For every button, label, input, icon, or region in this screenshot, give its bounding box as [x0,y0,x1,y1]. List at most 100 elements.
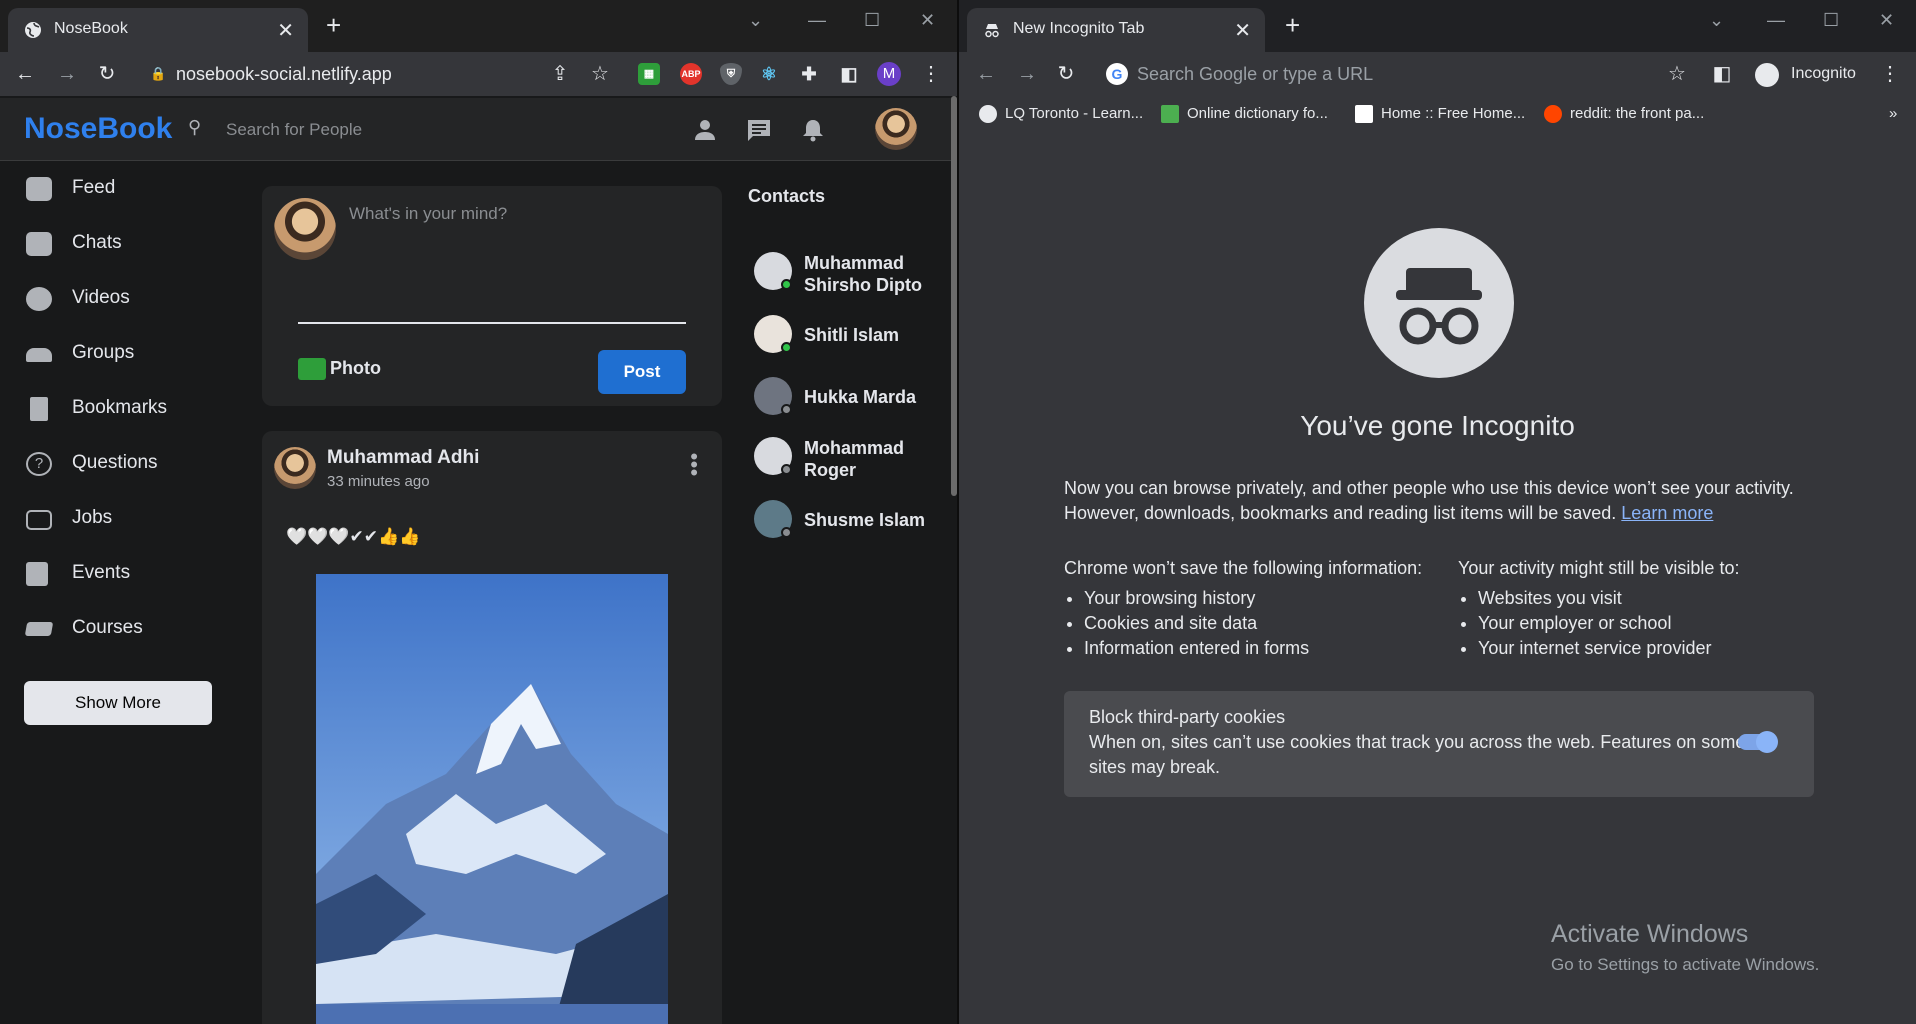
bookmark-label: Home :: Free Home... [1381,105,1526,122]
still-visible-item: Websites you visit [1478,586,1739,611]
globe-icon [25,22,41,38]
forward-icon[interactable]: → [1014,61,1040,87]
post-composer: What's in your mind? Photo Post [262,186,722,406]
bookmark-star-icon[interactable]: ☆ [1664,61,1690,87]
contact-name: Muhammad Shirsho Dipto [804,253,922,295]
adblock-icon[interactable]: ABP [680,63,702,85]
post-options-icon[interactable]: • • • [690,446,698,484]
incognito-profile-icon[interactable] [1755,63,1779,87]
tab-search-icon[interactable]: ⌄ [1709,10,1724,31]
extensions-puzzle-icon[interactable]: ✚ [798,63,820,85]
sidebar-item-courses[interactable]: Courses [0,601,260,656]
sidebar-item-feed[interactable]: Feed [0,161,260,216]
new-tab-button[interactable]: + [326,12,341,38]
side-panel-icon[interactable]: ◧ [1709,61,1735,87]
close-window-icon[interactable]: ✕ [920,10,935,31]
nosebook-logo[interactable]: NoseBook [24,112,172,146]
toggle-knob [1756,731,1778,753]
user-avatar[interactable] [875,108,917,150]
graduation-cap-icon [24,622,54,636]
back-icon[interactable]: ← [973,61,999,87]
minimize-icon[interactable]: — [808,10,826,31]
tab-title: New Incognito Tab [1013,20,1145,37]
sidebar-item-questions[interactable]: ? Questions [0,436,260,491]
maximize-icon[interactable]: ☐ [1823,10,1839,31]
sidebar-item-label: Courses [72,617,143,638]
sidebar-item-label: Videos [72,287,130,308]
extension-green-icon[interactable]: ▦ [638,63,660,85]
post-button[interactable]: Post [598,350,686,394]
lock-icon: 🔒 [150,66,167,81]
menu-kebab-icon[interactable]: ⋮ [1877,61,1903,87]
sidebar-item-bookmarks[interactable]: Bookmarks [0,381,260,436]
incognito-profile-label[interactable]: Incognito [1791,58,1856,90]
sidebar-item-label: Jobs [72,507,113,528]
bookmark-icon [30,397,48,421]
bookmarks-overflow-icon[interactable]: » [1889,105,1897,122]
tab-strip: NoseBook ✕ + ⌄ — ☐ ✕ [0,0,957,52]
nosebook-sidebar: Feed Chats Videos Groups Bookmarks ? Ques… [0,161,260,656]
tab-new-incognito[interactable]: New Incognito Tab ✕ [967,8,1265,52]
post-author[interactable]: Muhammad Adhi [327,447,479,469]
calendar-icon [26,562,48,586]
sidebar-item-chats[interactable]: Chats [0,216,260,271]
close-tab-icon[interactable]: ✕ [277,18,294,43]
sidebar-item-videos[interactable]: Videos [0,271,260,326]
add-photo-button[interactable]: Photo [298,358,381,381]
close-window-icon[interactable]: ✕ [1879,10,1894,31]
profile-avatar[interactable]: M [877,62,901,86]
briefcase-icon [26,510,52,530]
post-image[interactable] [316,574,668,1024]
contacts-title: Contacts [748,186,826,206]
sidebar-item-events[interactable]: Events [0,546,260,601]
tab-nosebook[interactable]: NoseBook ✕ [8,8,308,52]
show-more-button[interactable]: Show More [24,681,212,725]
bookmark-item[interactable]: Home :: Free Home... [1355,105,1526,124]
minimize-icon[interactable]: — [1767,10,1785,31]
chat-icon [26,232,52,256]
sidebar-item-groups[interactable]: Groups [0,326,260,381]
intro-line-2: However, downloads, bookmarks and readin… [1064,503,1617,523]
third-party-cookies-card: Block third-party cookies When on, sites… [1064,691,1814,797]
menu-kebab-icon[interactable]: ⋮ [918,61,944,87]
bell-icon[interactable] [800,117,826,143]
composer-input[interactable]: What's in your mind? [349,204,507,224]
tab-search-icon[interactable]: ⌄ [748,10,763,31]
bookmark-item[interactable]: reddit: the front pa... [1544,105,1704,124]
omnibox-input[interactable]: Search Google or type a URL [1137,58,1373,90]
side-panel-icon[interactable]: ◧ [838,63,860,85]
address-bar[interactable]: nosebook-social.netlify.app [176,58,392,90]
sidebar-item-jobs[interactable]: Jobs [0,491,260,546]
still-visible-item: Your employer or school [1478,611,1739,636]
intro-line-1: Now you can browse privately, and other … [1064,478,1794,498]
incognito-spy-icon [1364,228,1514,378]
reload-icon[interactable]: ↻ [1053,61,1079,87]
reload-icon[interactable]: ↻ [94,61,120,87]
share-icon[interactable]: ⇪ [547,61,573,87]
maximize-icon[interactable]: ☐ [864,10,880,31]
back-icon[interactable]: ← [12,61,38,87]
sidebar-item-label: Chats [72,232,122,253]
bookmark-star-icon[interactable]: ☆ [587,61,613,87]
contact-name: Mohammad Roger [804,438,905,480]
reddit-icon [1544,105,1562,124]
new-tab-button[interactable]: + [1285,12,1300,38]
post-author-avatar[interactable] [274,447,316,489]
incognito-page: You’ve gone Incognito Now you can browse… [959,130,1916,1024]
contact-name: Shitli Islam [804,325,900,345]
sidebar-item-label: Groups [72,342,135,363]
person-icon[interactable] [692,117,718,143]
block-cookies-toggle[interactable] [1738,731,1778,753]
cookie-setting-title: Block third-party cookies [1089,707,1286,727]
react-devtools-icon[interactable]: ⚛ [758,63,780,85]
people-search[interactable]: ⚲ Search for People [188,117,362,140]
forward-icon[interactable]: → [54,61,80,87]
close-tab-icon[interactable]: ✕ [1234,18,1251,43]
bookmark-item[interactable]: LQ Toronto - Learn... [979,105,1143,124]
bookmark-item[interactable]: Online dictionary fo... [1161,105,1328,124]
google-icon: G [1106,63,1128,85]
sidebar-item-label: Questions [72,452,158,473]
learn-more-link[interactable]: Learn more [1621,503,1713,523]
chat-icon[interactable] [746,117,772,143]
shield-extension-icon[interactable]: ⛨ [720,63,742,85]
